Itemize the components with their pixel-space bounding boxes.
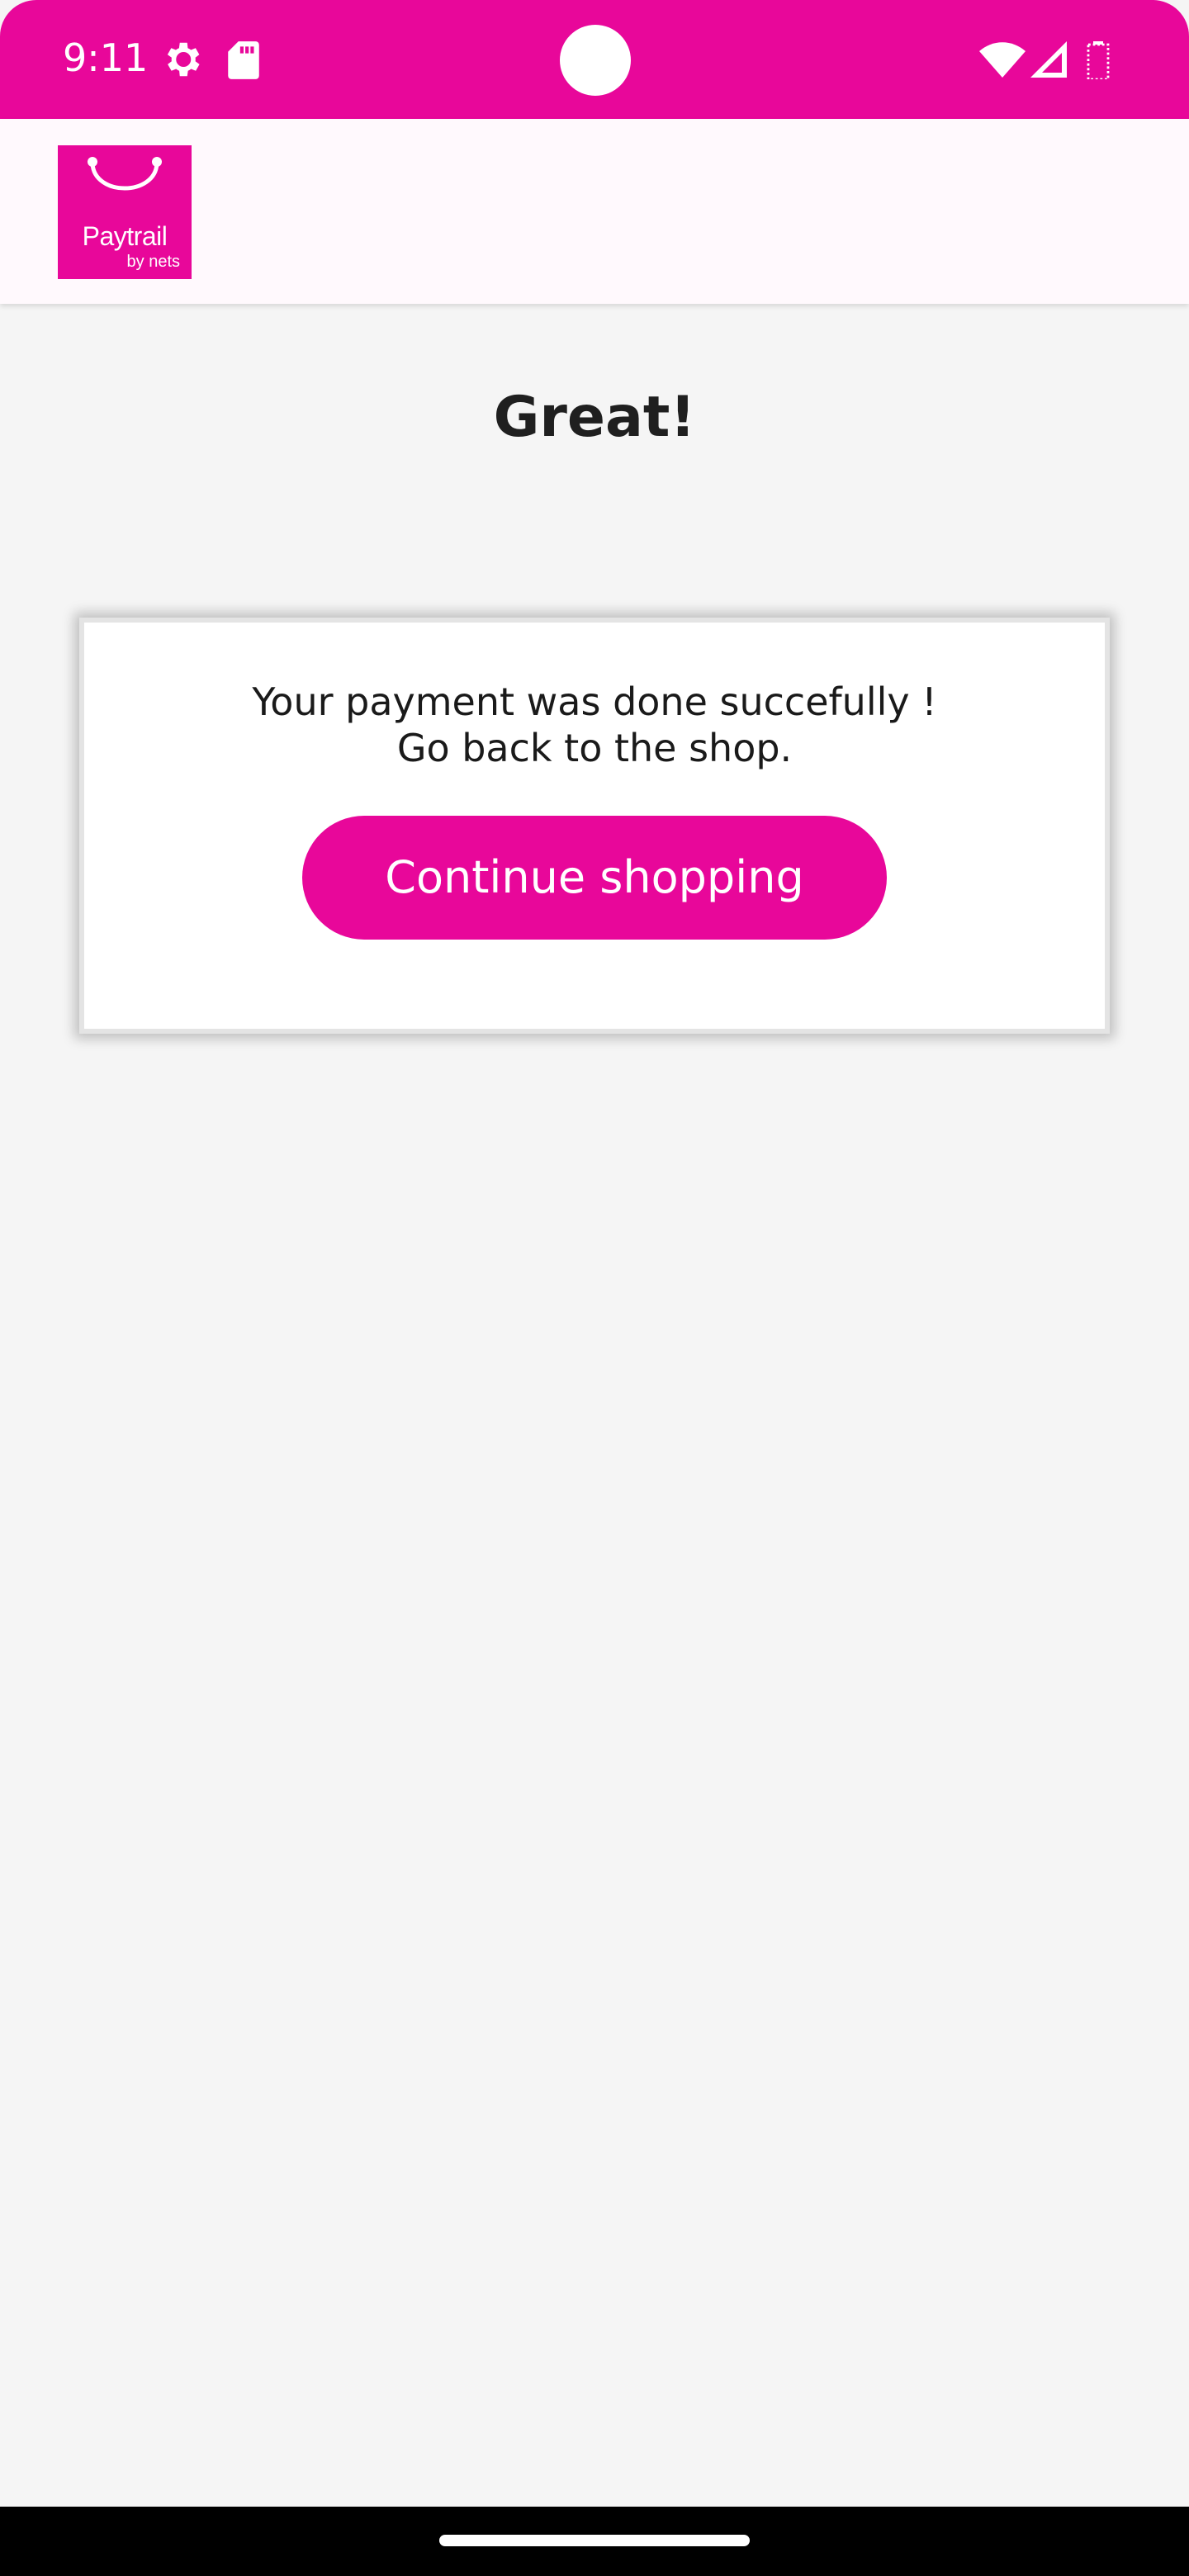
paytrail-logo: Paytrail by nets (58, 145, 192, 279)
camera-cutout (560, 25, 631, 96)
navigation-bar (0, 2507, 1189, 2576)
payment-message: Your payment was done succefully ! Go ba… (84, 679, 1105, 771)
sd-card-icon (228, 41, 259, 79)
logo-text: Paytrail (82, 221, 168, 251)
page-title: Great! (493, 385, 696, 450)
wifi-icon (979, 42, 1026, 78)
status-bar: 9:11 (0, 0, 1189, 119)
home-indicator[interactable] (439, 2535, 750, 2546)
gear-icon (167, 42, 200, 77)
battery-icon (1087, 41, 1110, 79)
payment-message-line1: Your payment was done succefully ! (252, 680, 937, 724)
payment-confirmation-card: Your payment was done succefully ! Go ba… (79, 618, 1110, 1034)
continue-shopping-button[interactable]: Continue shopping (302, 816, 887, 940)
app-header: Paytrail by nets (0, 119, 1189, 304)
shopping-bag-icon (88, 157, 162, 191)
payment-message-line2: Go back to the shop. (396, 726, 793, 770)
status-time: 9:11 (63, 36, 149, 80)
logo-subtext: by nets (126, 253, 180, 271)
cellular-signal-icon (1030, 41, 1067, 78)
